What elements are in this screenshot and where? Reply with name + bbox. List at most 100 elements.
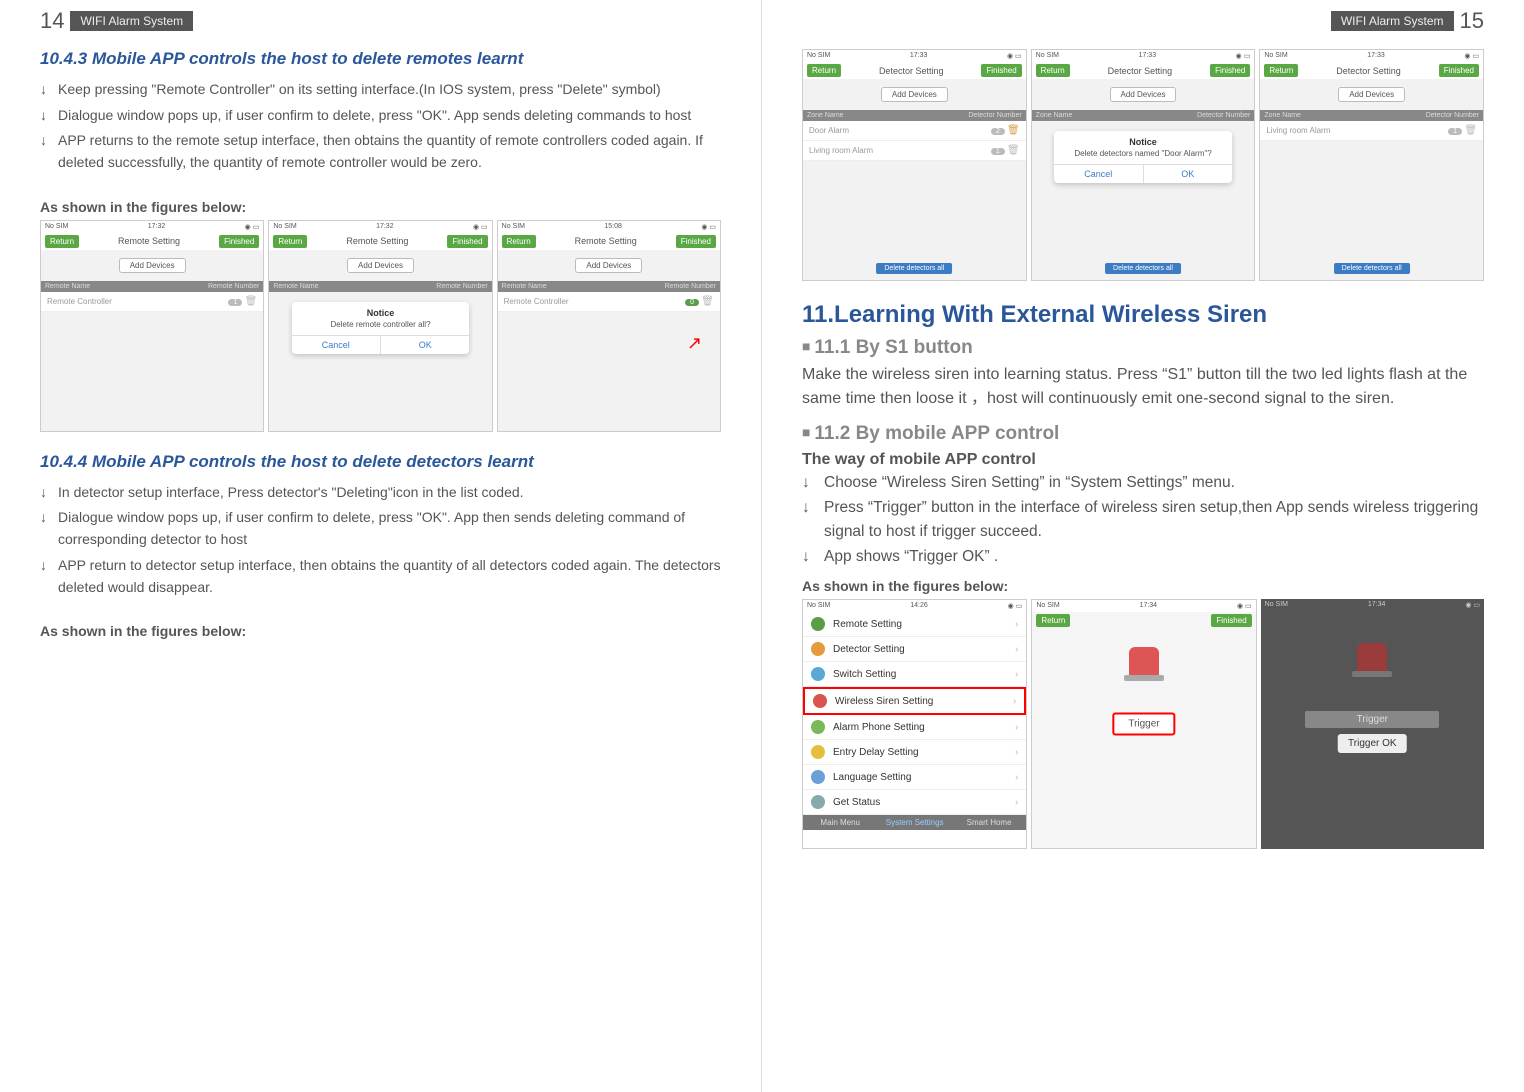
- list-item[interactable]: Remote Controller0 🗑: [498, 292, 720, 312]
- return-button[interactable]: Return: [1036, 64, 1070, 77]
- trash-icon[interactable]: 🗑: [1007, 145, 1020, 156]
- page-15: WIFI Alarm System 15 No SIM 17:33 ◉ ▭ Retu…: [762, 0, 1524, 1092]
- return-button[interactable]: Return: [502, 235, 536, 248]
- trigger-ok-popup: Trigger OK: [1338, 734, 1407, 753]
- add-devices-button[interactable]: Add Devices: [881, 87, 948, 102]
- chevron-right-icon: ›: [1015, 619, 1018, 630]
- chevron-right-icon: ›: [1015, 722, 1018, 733]
- time: 17:32: [148, 223, 166, 231]
- cancel-button[interactable]: Cancel: [1054, 165, 1144, 183]
- settings-row[interactable]: Get Status›: [803, 790, 1026, 815]
- col-right: Remote Number: [208, 283, 259, 290]
- delete-all-button[interactable]: Delete detectors all: [1334, 263, 1410, 274]
- col-left: Remote Name: [45, 283, 90, 290]
- setting-icon: [811, 667, 825, 681]
- carrier: No SIM: [1265, 601, 1288, 609]
- chevron-right-icon: ›: [1015, 669, 1018, 680]
- col-right: Detector Number: [968, 112, 1021, 119]
- return-button[interactable]: Return: [45, 235, 79, 248]
- trigger-button[interactable]: Trigger: [1112, 713, 1175, 736]
- carrier: No SIM: [502, 223, 525, 231]
- chevron-right-icon: ›: [1015, 797, 1018, 808]
- carrier: No SIM: [807, 602, 830, 610]
- delete-all-button[interactable]: Delete detectors all: [1105, 263, 1181, 274]
- setting-icon: [811, 770, 825, 784]
- finished-button[interactable]: Finished: [676, 235, 716, 248]
- battery-icon: ◉ ▭: [1237, 602, 1252, 610]
- tab-bar: Main Menu System Settings Smart Home: [803, 815, 1026, 830]
- list-item[interactable]: Remote Controller1 🗑: [41, 292, 263, 312]
- settings-row[interactable]: Language Setting›: [803, 765, 1026, 790]
- return-button[interactable]: Return: [1264, 64, 1298, 77]
- ok-button[interactable]: OK: [1144, 165, 1233, 183]
- tab-smart-home[interactable]: Smart Home: [952, 815, 1026, 830]
- siren-icon: [1129, 647, 1159, 677]
- ok-button[interactable]: OK: [381, 336, 469, 354]
- battery-icon: ◉ ▭: [1465, 601, 1480, 609]
- header-label: WIFI Alarm System: [70, 11, 193, 31]
- finished-button[interactable]: Finished: [981, 64, 1021, 77]
- list-item[interactable]: Living room Alarm1 🗑: [803, 141, 1026, 161]
- phone-screenshot: No SIM17:32◉ ▭ ReturnRemote SettingFinis…: [268, 220, 492, 432]
- settings-row[interactable]: Alarm Phone Setting›: [803, 715, 1026, 740]
- phone-screenshot-settings: No SIM14:26◉ ▭ Remote Setting›Detector S…: [802, 599, 1027, 849]
- finished-button[interactable]: Finished: [1211, 614, 1251, 627]
- finished-button[interactable]: Finished: [219, 235, 259, 248]
- body-11-1: Make the wireless siren into learning st…: [802, 363, 1484, 411]
- page-number: 15: [1460, 8, 1484, 34]
- trash-icon[interactable]: 🗑: [245, 296, 258, 307]
- add-devices-button[interactable]: Add Devices: [575, 258, 642, 273]
- carrier: No SIM: [273, 223, 296, 231]
- list-item[interactable]: Living room Alarm1 🗑: [1260, 121, 1483, 141]
- list-item[interactable]: Door Alarm2 🗑: [803, 121, 1026, 141]
- settings-row[interactable]: Detector Setting›: [803, 637, 1026, 662]
- tab-main-menu[interactable]: Main Menu: [803, 815, 877, 830]
- return-button[interactable]: Return: [1036, 614, 1070, 627]
- page-14: 14 WIFI Alarm System 10.4.3 Mobile APP c…: [0, 0, 762, 1092]
- screenshots-10-4-3: No SIM17:32◉ ▭ ReturnRemote SettingFinis…: [40, 220, 721, 432]
- settings-row[interactable]: Wireless Siren Setting›: [803, 687, 1026, 715]
- bullet-item: In detector setup interface, Press detec…: [58, 482, 721, 504]
- battery-icon: ◉ ▭: [1008, 602, 1023, 610]
- delete-all-button[interactable]: Delete detectors all: [876, 263, 952, 274]
- figure-label: As shown in the figures below:: [40, 623, 721, 639]
- add-devices-button[interactable]: Add Devices: [1338, 87, 1405, 102]
- bullet-item: Dialogue window pops up, if user confirm…: [58, 105, 721, 127]
- add-devices-button[interactable]: Add Devices: [119, 258, 186, 273]
- heading-11: 11.Learning With External Wireless Siren: [802, 301, 1484, 329]
- figure-label: As shown in the figures below:: [802, 578, 1484, 594]
- settings-row[interactable]: Remote Setting›: [803, 612, 1026, 637]
- carrier: No SIM: [1036, 602, 1059, 610]
- trash-icon[interactable]: 🗑: [1007, 125, 1020, 136]
- row-label: Remote Controller: [47, 297, 112, 306]
- return-button[interactable]: Return: [273, 235, 307, 248]
- settings-row[interactable]: Entry Delay Setting›: [803, 740, 1026, 765]
- finished-button[interactable]: Finished: [1439, 64, 1479, 77]
- trash-icon[interactable]: 🗑: [1464, 125, 1477, 136]
- carrier: No SIM: [1036, 52, 1059, 60]
- add-devices-button[interactable]: Add Devices: [347, 258, 414, 273]
- time: 17:34: [1368, 601, 1386, 609]
- chevron-right-icon: ›: [1015, 747, 1018, 758]
- screen-title: Remote Setting: [575, 236, 637, 246]
- time: 17:33: [1139, 52, 1157, 60]
- finished-button[interactable]: Finished: [1210, 64, 1250, 77]
- screen-title: Detector Setting: [879, 66, 944, 76]
- settings-row[interactable]: Switch Setting›: [803, 662, 1026, 687]
- battery-icon: ◉ ▭: [1007, 52, 1022, 60]
- return-button[interactable]: Return: [807, 64, 841, 77]
- cancel-button[interactable]: Cancel: [292, 336, 381, 354]
- header-label: WIFI Alarm System: [1331, 11, 1454, 31]
- setting-label: Detector Setting: [833, 644, 1015, 655]
- finished-button[interactable]: Finished: [447, 235, 487, 248]
- bullet-item: Dialogue window pops up, if user confirm…: [58, 507, 721, 550]
- trigger-button[interactable]: Trigger: [1305, 711, 1439, 728]
- col-right: Detector Number: [1426, 112, 1479, 119]
- trash-icon[interactable]: 🗑: [701, 296, 714, 307]
- siren-icon: [1357, 643, 1387, 673]
- setting-label: Alarm Phone Setting: [833, 722, 1015, 733]
- tab-system-settings[interactable]: System Settings: [877, 815, 951, 830]
- red-arrow-icon: ↗: [687, 333, 702, 354]
- bullet-item: Press “Trigger” button in the interface …: [824, 496, 1484, 543]
- add-devices-button[interactable]: Add Devices: [1110, 87, 1177, 102]
